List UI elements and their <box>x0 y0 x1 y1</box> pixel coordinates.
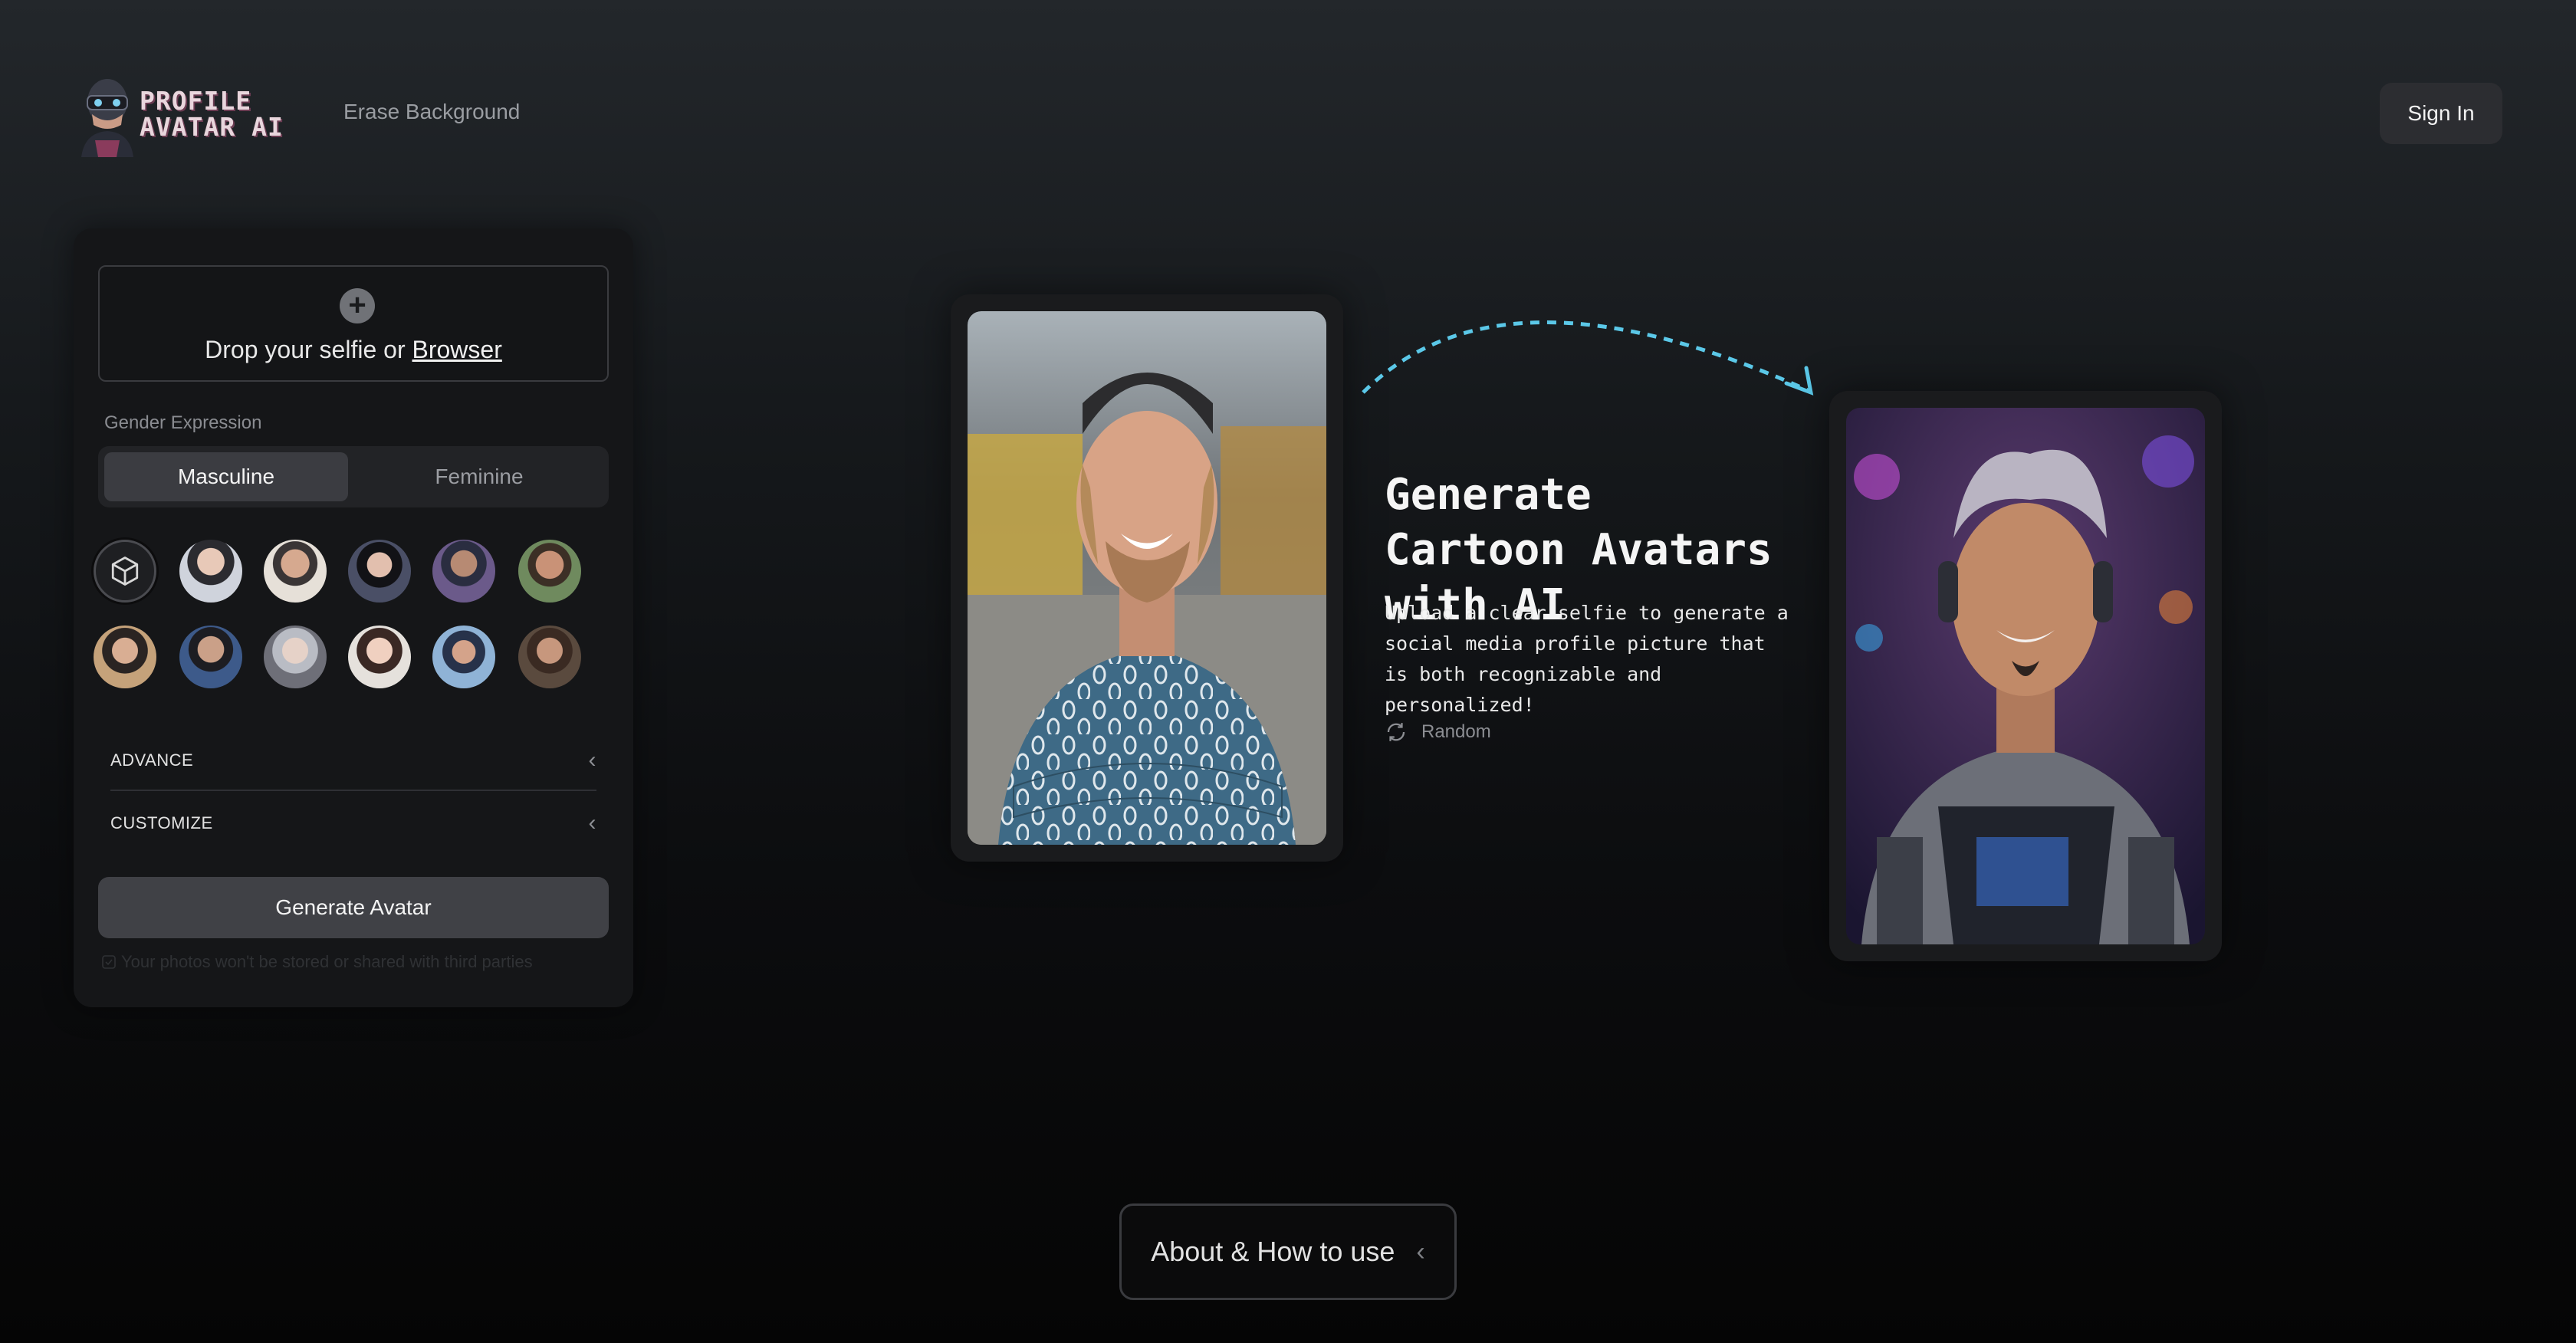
generate-avatar-button[interactable]: Generate Avatar <box>98 877 609 938</box>
logo-line-2: AVATAR AI <box>140 112 284 142</box>
chevron-left-icon: ‹ <box>588 747 596 773</box>
nav-erase-background[interactable]: Erase Background <box>343 100 520 124</box>
style-avatar-3[interactable] <box>348 540 411 603</box>
selfie-example-card <box>951 294 1343 862</box>
random-style-option[interactable] <box>94 540 156 603</box>
style-avatar-8[interactable] <box>264 626 327 688</box>
gender-option-masculine[interactable]: Masculine <box>104 452 348 501</box>
logo-mascot-icon <box>77 71 138 157</box>
style-avatar-10[interactable] <box>432 626 495 688</box>
style-avatar-11[interactable] <box>518 626 581 688</box>
about-label: About & How to use <box>1151 1236 1395 1267</box>
chevron-left-icon: ‹ <box>588 810 596 836</box>
gender-expression-label: Gender Expression <box>104 412 262 433</box>
random-button[interactable]: Random <box>1385 721 1491 744</box>
dropzone-text: Drop your selfie or Browser <box>100 336 607 364</box>
privacy-text: Your photos won't be stored or shared wi… <box>121 952 533 971</box>
hero-description: Upload a clear selfie to generate a soci… <box>1385 602 1789 716</box>
divider <box>110 790 596 791</box>
gender-option-feminine[interactable]: Feminine <box>356 452 603 501</box>
about-how-to-use-toggle[interactable]: About & How to use ‹ <box>1119 1203 1457 1300</box>
sign-in-button[interactable]: Sign In <box>2380 83 2502 144</box>
check-icon <box>102 955 116 969</box>
selfie-example-image <box>968 311 1326 845</box>
logo-text: PROFILE AVATAR AI <box>140 88 284 140</box>
avatar-result-card <box>1829 391 2222 961</box>
advance-section-toggle[interactable]: ADVANCE ‹ <box>110 730 596 791</box>
style-avatar-7[interactable] <box>179 626 242 688</box>
dropzone-prompt: Drop your selfie or <box>205 336 412 363</box>
customize-label: CUSTOMIZE <box>110 813 213 832</box>
style-avatar-6[interactable] <box>94 626 156 688</box>
cube-icon <box>111 557 139 586</box>
browse-link[interactable]: Browser <box>412 336 501 363</box>
selfie-dropzone[interactable]: + Drop your selfie or Browser <box>98 265 609 382</box>
style-avatar-2[interactable] <box>264 540 327 603</box>
advance-label: ADVANCE <box>110 750 194 770</box>
plus-icon: + <box>340 288 375 323</box>
style-avatar-4[interactable] <box>432 540 495 603</box>
privacy-note: Your photos won't be stored or shared wi… <box>101 952 533 972</box>
customize-section-toggle[interactable]: CUSTOMIZE ‹ <box>110 793 596 854</box>
refresh-icon <box>1387 723 1405 741</box>
style-avatar-1[interactable] <box>179 540 242 603</box>
avatar-result-image <box>1846 408 2205 944</box>
logo-line-1: PROFILE <box>140 86 252 116</box>
style-avatar-5[interactable] <box>518 540 581 603</box>
style-avatar-9[interactable] <box>348 626 411 688</box>
gender-toggle: Masculine Feminine <box>98 446 609 507</box>
random-label: Random <box>1421 721 1491 742</box>
arrow-icon <box>1362 320 1814 396</box>
avatar-generator-panel: + Drop your selfie or Browser Gender Exp… <box>74 228 633 1007</box>
logo[interactable]: PROFILE AVATAR AI <box>77 71 284 158</box>
chevron-left-icon: ‹ <box>1416 1236 1425 1266</box>
